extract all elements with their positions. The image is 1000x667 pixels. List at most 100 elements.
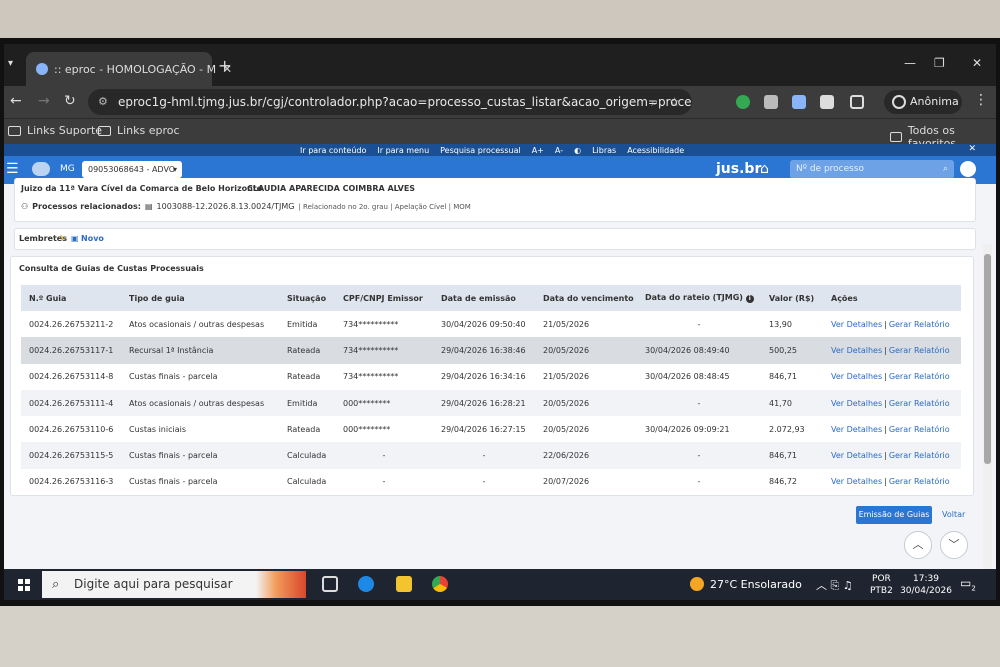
table-row: 0024.26.26753111-4 Atos ocasionais / outr… [21,389,961,417]
view-details-link[interactable]: Ver Detalhes [831,425,882,434]
close-window-icon[interactable]: ✕ [972,56,982,70]
reload-icon[interactable]: ↻ [64,93,76,109]
process-search-link[interactable]: Pesquisa processual [440,146,521,155]
skip-to-content-link[interactable]: Ir para conteúdo [300,146,366,155]
favicon-icon [36,63,48,75]
generate-report-link[interactable]: Gerar Relatório [889,320,950,329]
camera-extension-icon[interactable] [764,95,778,109]
process-search-input[interactable]: Nº de processo ⌕ [790,160,954,179]
chrome-icon[interactable] [432,576,448,592]
col-header-rateio[interactable]: Data do rateio (TJMG) i [637,285,761,311]
contrast-icon[interactable]: ◐ [574,146,581,155]
scroll-up-button[interactable]: ︿ [904,531,932,559]
screen: ▾ :: eproc - HOMOLOGAÇÃO - M ✕ + — ❐ ✕ ←… [4,44,996,600]
back-button[interactable]: Voltar [938,506,969,524]
notifications-icon[interactable]: ▭2 [960,576,976,592]
document-icon: ▤ [144,202,153,211]
accessibility-link[interactable]: Acessibilidade [627,146,684,155]
font-increase-link[interactable]: A+ [532,146,544,155]
pencil-icon[interactable]: ✎ [59,234,66,243]
col-header-situacao[interactable]: Situação [279,285,335,311]
incognito-profile-button[interactable]: Anônima [884,90,962,114]
generate-report-link[interactable]: Gerar Relatório [889,451,950,460]
view-details-link[interactable]: Ver Detalhes [831,346,882,355]
generate-report-link[interactable]: Gerar Relatório [889,399,950,408]
col-header-guia[interactable]: N.º Guia [21,285,121,311]
col-header-tipo[interactable]: Tipo de guia [121,285,279,311]
screen-capture-extension-icon[interactable] [792,95,806,109]
minimize-icon[interactable]: — [904,56,916,70]
libras-link[interactable]: Libras [592,146,616,155]
guia-number: 0024.26.26753116-3 [29,477,114,487]
bookmark-star-icon[interactable]: ☆ [669,89,680,115]
site-settings-icon[interactable]: ⚙ [98,89,108,115]
view-details-link[interactable]: Ver Detalhes [831,451,882,460]
guia-status: Rateada [287,372,321,382]
reader-extension-icon[interactable] [820,95,834,109]
new-reminder-link[interactable]: Novo [81,234,104,243]
file-explorer-icon[interactable] [396,576,412,592]
skip-to-menu-link[interactable]: Ir para menu [377,146,429,155]
generate-report-link[interactable]: Gerar Relatório [889,477,950,486]
tray-icons[interactable]: ︿ ⎘ ♫ [816,577,853,593]
page-scrollbar[interactable] [983,244,992,569]
user-avatar-icon[interactable] [960,161,976,177]
restore-icon[interactable]: ❐ [934,56,945,70]
search-icon[interactable]: ⌕ [943,160,948,179]
info-icon[interactable]: i [745,295,754,303]
guia-type: Custas finais - parcela [129,477,218,487]
task-view-icon[interactable] [322,576,338,592]
weather-widget[interactable]: 27°C Ensolarado [690,577,802,591]
language-code: POR [872,574,891,584]
guia-actions: Ver Detalhes | Gerar Relatório [823,416,961,442]
taskbar-search-placeholder: Digite aqui para pesquisar [74,577,233,591]
close-accessibility-bar-icon[interactable]: ✕ [968,144,976,154]
edge-icon[interactable] [358,576,374,592]
scrollbar-thumb[interactable] [984,254,991,464]
view-details-link[interactable]: Ver Detalhes [831,372,882,381]
generate-report-link[interactable]: Gerar Relatório [889,425,950,434]
back-icon[interactable]: ← [10,93,22,109]
address-bar[interactable]: ⚙ eproc1g-hml.tjmg.jus.br/cgj/controlado… [88,89,692,115]
hamburger-menu-icon[interactable]: ☰ [6,161,19,177]
col-header-valor[interactable]: Valor (R$) [761,285,823,311]
profile-select[interactable]: 09053068643 - ADVO ▾ [82,161,182,178]
related-process-link[interactable]: 1003088-12.2026.8.13.0024/TJMG [157,202,295,211]
generate-report-link[interactable]: Gerar Relatório [889,372,950,381]
guides-card: Consulta de Guias de Custas Processuais … [10,256,974,496]
view-details-link[interactable]: Ver Detalhes [831,320,882,329]
guia-number: 0024.26.26753114-8 [29,372,114,382]
guia-actions: Ver Detalhes | Gerar Relatório [823,311,961,337]
extension-plus-icon[interactable] [736,95,750,109]
extensions-puzzle-icon[interactable] [850,95,864,109]
view-details-link[interactable]: Ver Detalhes [831,477,882,486]
bookmark-links-suporte[interactable]: Links Suporte [8,124,102,137]
guia-split-date: - [637,442,761,469]
desk-background [0,606,1000,667]
keyboard-layout: PTB2 [870,586,893,596]
browser-tab[interactable]: :: eproc - HOMOLOGAÇÃO - M ✕ [26,52,232,86]
browser-menu-icon[interactable]: ⋮ [974,92,988,108]
table-row: 0024.26.26753116-3 Custas finais - parcel… [21,469,961,495]
col-header-emissao[interactable]: Data de emissão [433,285,535,311]
new-reminder-icon[interactable]: ▣ [71,234,79,243]
emit-guides-button[interactable]: Emissão de Guias [856,506,932,524]
view-details-link[interactable]: Ver Detalhes [831,399,882,408]
col-header-vencimento[interactable]: Data do vencimento [535,285,637,311]
scroll-down-button[interactable]: ﹀ [940,531,968,559]
col-header-cpf[interactable]: CPF/CNPJ Emissor [335,285,433,311]
tab-search-icon[interactable]: ▾ [8,58,13,69]
zoom-icon[interactable]: ⌕ [651,89,658,115]
system-clock[interactable]: 17:39 30/04/2026 [898,573,954,597]
table-row: 0024.26.26753211-2 Atos ocasionais / outr… [21,311,961,337]
guia-issue-date: 29/04/2026 16:28:21 [433,389,535,417]
forward-icon[interactable]: → [38,93,50,109]
taskbar-search-input[interactable]: ⌕ Digite aqui para pesquisar [42,571,306,598]
input-language[interactable]: POR PTB2 [870,573,893,597]
home-icon[interactable]: ⌂ [760,161,769,177]
bookmark-links-eproc[interactable]: Links eproc [98,124,180,137]
windows-start-icon[interactable] [18,579,30,591]
font-decrease-link[interactable]: A- [555,146,563,155]
generate-report-link[interactable]: Gerar Relatório [889,346,950,355]
new-tab-icon[interactable]: + [218,56,231,75]
